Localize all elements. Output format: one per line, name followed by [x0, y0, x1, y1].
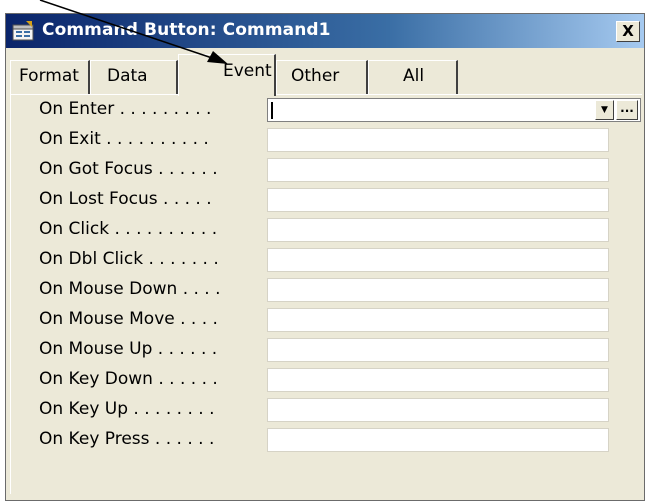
property-label: On Key Down . . . . . . [39, 369, 218, 389]
title-bar[interactable]: Command Button: Command1 X [6, 14, 644, 48]
on-lost-focus-field[interactable] [267, 188, 609, 212]
on-dbl-click-field[interactable] [267, 248, 609, 272]
window-title: Command Button: Command1 [42, 20, 331, 40]
tab-format[interactable]: Format [10, 60, 90, 94]
property-row-on-mouse-down: On Mouse Down . . . . [11, 277, 642, 307]
property-row-on-click: On Click . . . . . . . . . . [11, 217, 642, 247]
property-label: On Got Focus . . . . . . [39, 159, 218, 179]
property-label: On Mouse Down . . . . [39, 279, 221, 299]
tab-strip: Format Data Event Other All [10, 54, 630, 96]
property-label: On Key Up . . . . . . . . [39, 399, 215, 419]
on-enter-field[interactable]: ▼ ... [267, 98, 641, 122]
property-row-on-got-focus: On Got Focus . . . . . . [11, 157, 642, 187]
property-label: On Key Press . . . . . . [39, 429, 215, 449]
property-row-on-dbl-click: On Dbl Click . . . . . . . [11, 247, 642, 277]
text-caret [271, 102, 273, 119]
property-sheet-icon [12, 21, 34, 41]
property-label: On Mouse Up . . . . . . [39, 339, 218, 359]
on-got-focus-field[interactable] [267, 158, 609, 182]
tab-all[interactable]: All [368, 60, 458, 94]
property-label: On Mouse Move . . . . [39, 309, 218, 329]
property-row-on-mouse-up: On Mouse Up . . . . . . [11, 337, 642, 367]
tab-data[interactable]: Data [90, 60, 178, 94]
on-key-press-field[interactable] [267, 428, 609, 452]
on-mouse-move-field[interactable] [267, 308, 609, 332]
property-row-on-enter: On Enter . . . . . . . . . ▼ ... [11, 97, 642, 127]
on-exit-field[interactable] [267, 128, 609, 152]
on-mouse-down-field[interactable] [267, 278, 609, 302]
on-click-field[interactable] [267, 218, 609, 242]
tab-event[interactable]: Event [178, 54, 276, 96]
close-button[interactable]: X [616, 21, 640, 42]
property-label: On Click . . . . . . . . . . [39, 219, 218, 239]
on-key-up-field[interactable] [267, 398, 609, 422]
property-label: On Exit . . . . . . . . . . [39, 129, 209, 149]
property-row-on-key-up: On Key Up . . . . . . . . [11, 397, 642, 427]
property-label: On Dbl Click . . . . . . . [39, 249, 219, 269]
property-row-on-key-press: On Key Press . . . . . . [11, 427, 642, 457]
tab-other[interactable]: Other [276, 60, 368, 94]
property-row-on-key-down: On Key Down . . . . . . [11, 367, 642, 397]
on-key-down-field[interactable] [267, 368, 609, 392]
dropdown-button[interactable]: ▼ [595, 100, 614, 120]
builder-button[interactable]: ... [616, 100, 638, 120]
property-label: On Enter . . . . . . . . . [39, 99, 212, 119]
property-row-on-exit: On Exit . . . . . . . . . . [11, 127, 642, 157]
property-sheet-window: Command Button: Command1 X Format Data E… [5, 13, 645, 501]
property-row-on-lost-focus: On Lost Focus . . . . . [11, 187, 642, 217]
on-mouse-up-field[interactable] [267, 338, 609, 362]
event-properties-panel: On Enter . . . . . . . . . ▼ ... On Exit… [10, 94, 642, 494]
property-label: On Lost Focus . . . . . [39, 189, 212, 209]
property-row-on-mouse-move: On Mouse Move . . . . [11, 307, 642, 337]
